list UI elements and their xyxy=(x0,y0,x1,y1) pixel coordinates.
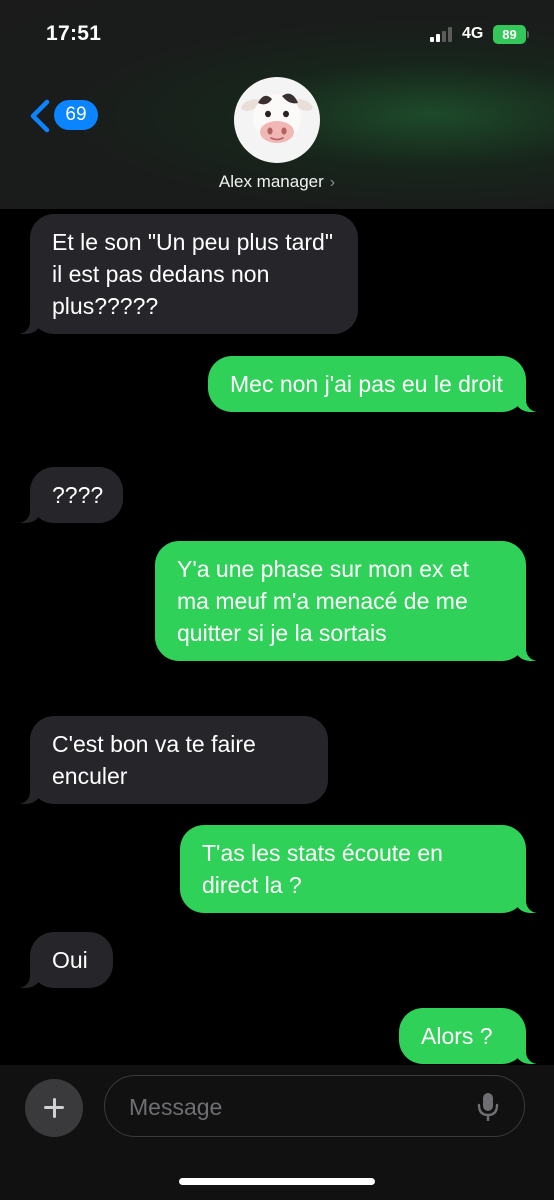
message-bubble-sent[interactable]: Y'a une phase sur mon ex et ma meuf m'a … xyxy=(155,541,546,661)
message-bubble-received[interactable]: C'est bon va te faire enculer xyxy=(10,716,328,804)
message-bubble-received[interactable]: Oui xyxy=(10,932,113,988)
message-input[interactable] xyxy=(127,1090,461,1124)
message-bubble-received[interactable]: ???? xyxy=(10,467,123,523)
chevron-right-icon: › xyxy=(329,174,336,191)
compose-bar xyxy=(0,1065,554,1200)
message-bubble-sent[interactable]: T'as les stats écoute en direct la ? xyxy=(180,825,546,913)
network-type: 4G xyxy=(462,25,484,42)
conversation-header: 17:51 4G 89 69 Alex manager › xyxy=(0,0,554,209)
message-bubble-sent[interactable]: Alors ? xyxy=(399,1008,546,1064)
cellular-signal-icon xyxy=(430,27,456,42)
unread-count-badge[interactable]: 69 xyxy=(54,100,98,130)
contact-name-button[interactable]: Alex manager › xyxy=(0,172,554,192)
cow-memoji-icon[interactable] xyxy=(234,77,320,163)
message-bubble-received[interactable]: Et le son "Un peu plus tard" il est pas … xyxy=(10,214,358,334)
battery-cap xyxy=(527,31,529,38)
plus-icon[interactable] xyxy=(25,1079,83,1137)
message-bubble-sent[interactable]: Mec non j'ai pas eu le droit xyxy=(208,356,546,412)
back-chevron-icon[interactable] xyxy=(28,99,52,133)
microphone-icon[interactable] xyxy=(477,1091,499,1123)
battery-level: 89 xyxy=(502,27,517,42)
home-indicator xyxy=(179,1178,375,1185)
battery-icon: 89 xyxy=(493,25,526,44)
contact-name: Alex manager xyxy=(218,172,324,191)
status-time: 17:51 xyxy=(46,22,102,45)
message-thread[interactable]: Et le son "Un peu plus tard" il est pas … xyxy=(0,209,554,1065)
message-input-container[interactable] xyxy=(104,1075,525,1137)
